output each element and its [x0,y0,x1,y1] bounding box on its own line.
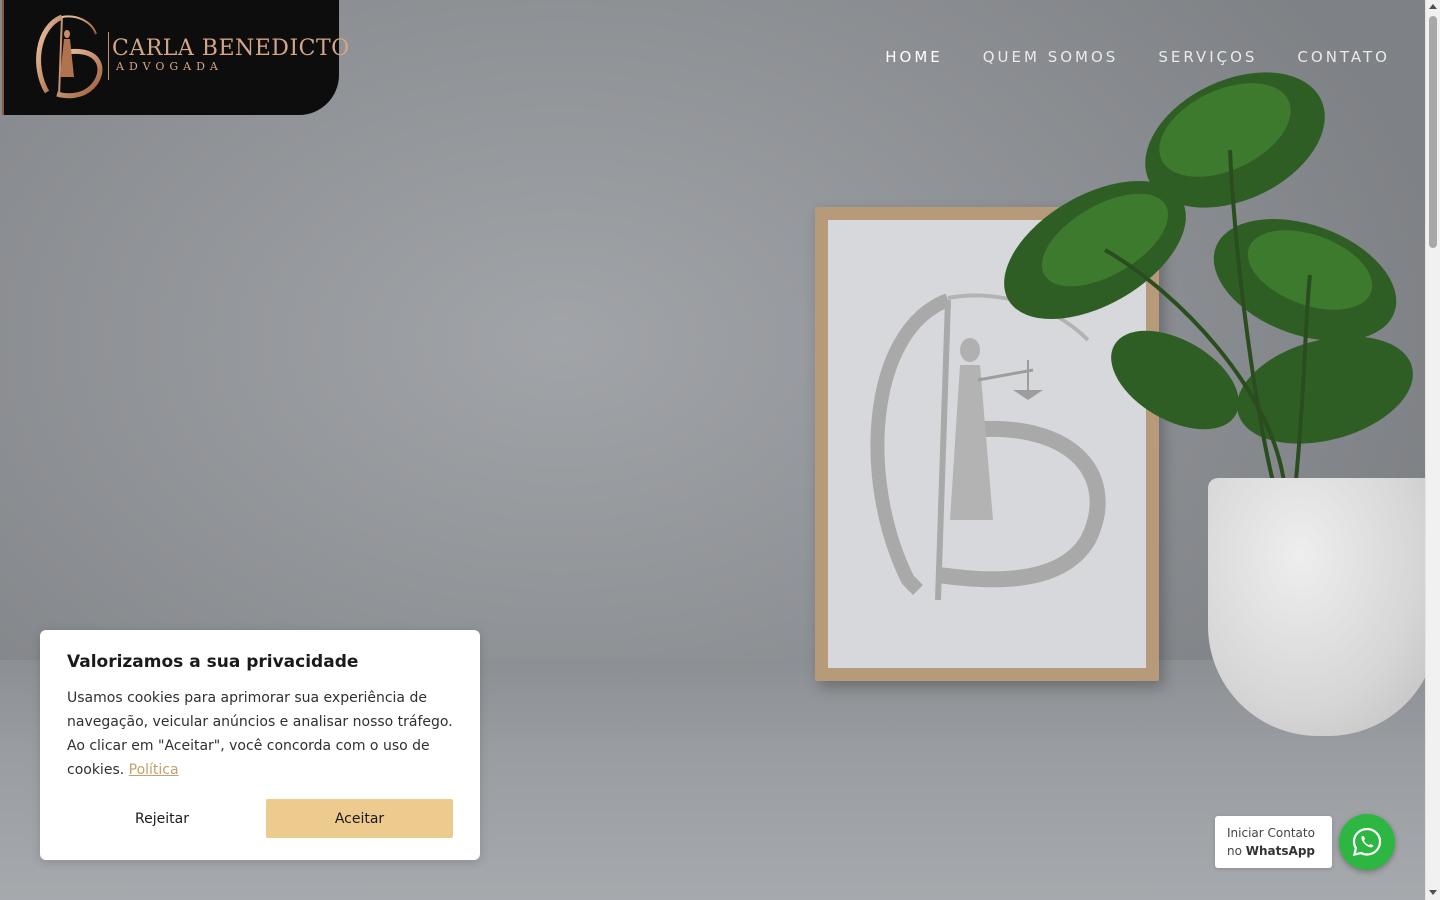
whatsapp-line1: Iniciar Contato [1227,826,1315,840]
accept-button[interactable]: Aceitar [266,799,453,838]
reject-button[interactable]: Rejeitar [67,799,257,838]
scrollbar-thumb[interactable] [1429,16,1437,248]
cb-monogram-icon [36,14,103,99]
site-logo[interactable]: CARLA BENEDICTO ADVOGADA [2,0,349,115]
cookie-body: Usamos cookies para aprimorar sua experi… [67,690,453,778]
whatsapp-app-name: WhatsApp [1245,844,1316,858]
cookie-text: Usamos cookies para aprimorar sua experi… [67,686,453,782]
whatsapp-icon [1352,827,1382,856]
policy-link[interactable]: Política [129,762,179,778]
scroll-down-arrow-icon[interactable] [1429,890,1437,895]
nav-contato[interactable]: CONTATO [1297,48,1390,66]
cookie-actions: Rejeitar Aceitar [67,799,453,838]
nav-home[interactable]: HOME [885,48,943,66]
page-scrollbar[interactable] [1425,0,1440,900]
nav-servicos[interactable]: SERVIÇOS [1158,48,1257,66]
nav-quem-somos[interactable]: QUEM SOMOS [983,48,1119,66]
whatsapp-prefix: no [1227,844,1242,858]
whatsapp-cta-label[interactable]: Iniciar Contato no WhatsApp [1215,816,1332,868]
plant-pot [1208,478,1425,736]
logo-divider [108,32,109,80]
brand-subtitle: ADVOGADA [116,60,223,73]
brand-name: CARLA BENEDICTO [112,36,350,61]
main-nav: HOME QUEM SOMOS SERVIÇOS CONTATO [885,48,1390,66]
scroll-up-arrow-icon[interactable] [1429,4,1437,9]
cookie-consent-dialog: Valorizamos a sua privacidade Usamos coo… [40,630,480,860]
cookie-title: Valorizamos a sua privacidade [67,652,359,672]
monstera-plant-image [1004,72,1413,491]
whatsapp-button[interactable] [1339,814,1395,870]
